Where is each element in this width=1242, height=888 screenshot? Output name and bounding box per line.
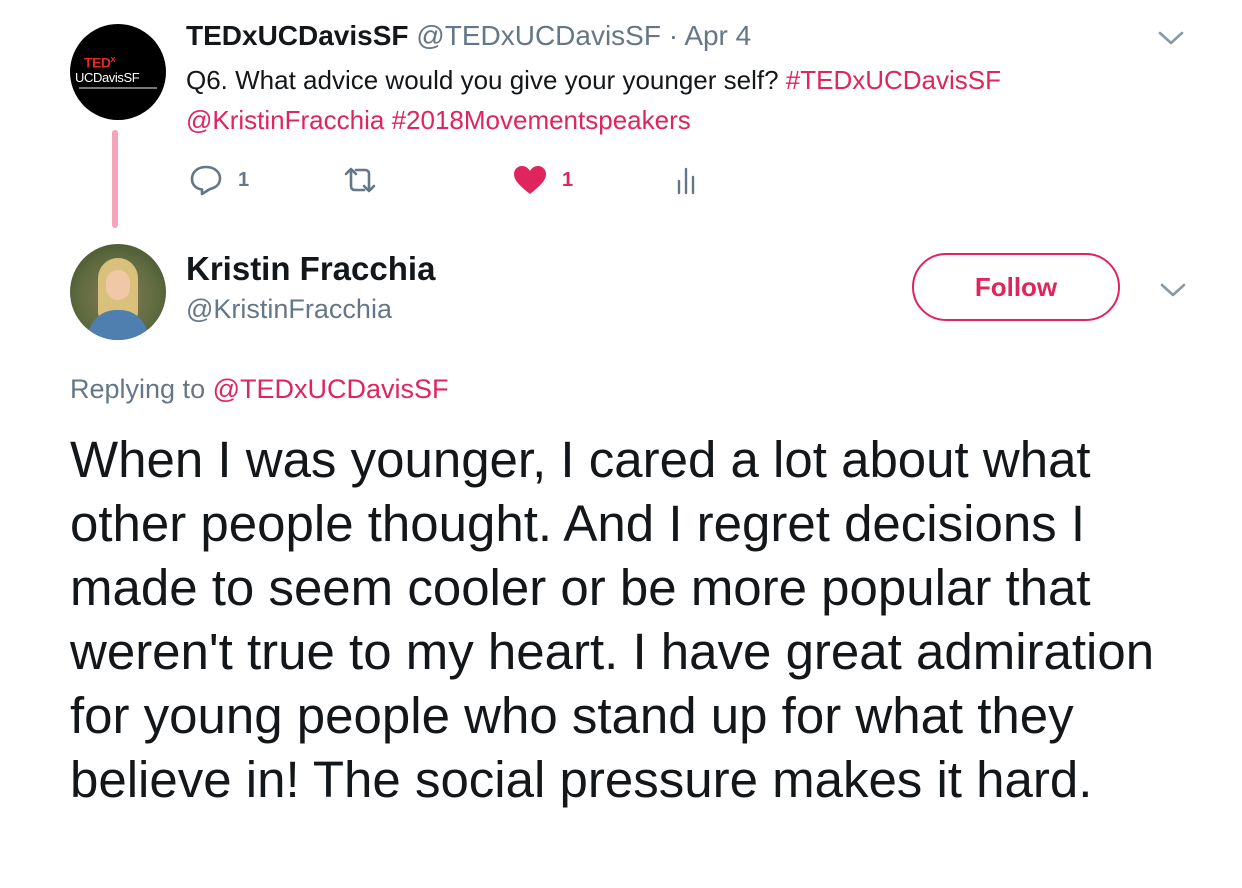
avatar-shirt: [88, 310, 148, 340]
reply-tweet-body: When I was younger, I cared a lot about …: [70, 431, 1155, 808]
header-separator: ·: [660, 20, 685, 51]
avatar-face: [106, 270, 130, 300]
hashtag-link[interactable]: #2018Movementspeakers: [392, 105, 691, 135]
parent-tweet-text: Q6. What advice would you give your youn…: [186, 60, 1186, 140]
thread-connector-line: [112, 130, 118, 228]
reply-author-avatar[interactable]: [70, 244, 166, 340]
like-count: 1: [562, 168, 574, 191]
reply-author-name[interactable]: Kristin Fracchia: [186, 250, 435, 288]
like-button[interactable]: 1: [512, 160, 573, 200]
replying-to-prefix: Replying to: [70, 374, 213, 404]
tedx-logo: TEDx: [84, 54, 116, 71]
reply-button[interactable]: 1: [188, 160, 249, 200]
hashtag-link[interactable]: #TEDxUCDavisSF: [786, 65, 1001, 95]
parent-author-handle[interactable]: @TEDxUCDavisSF: [416, 20, 661, 51]
tweet-actions: 1 1: [188, 160, 748, 200]
parent-author-avatar[interactable]: TEDx UCDavisSF: [70, 24, 166, 120]
parent-tweet-body: Q6. What advice would you give your youn…: [186, 65, 786, 95]
replying-to-line: Replying to @TEDxUCDavisSF: [70, 374, 449, 405]
analytics-button[interactable]: [676, 160, 700, 200]
parent-tweet-header: TEDxUCDavisSF @TEDxUCDavisSF · Apr 4: [186, 20, 751, 52]
chevron-down-icon[interactable]: [1156, 26, 1186, 50]
parent-tweet-date[interactable]: Apr 4: [684, 20, 751, 51]
reply-icon: [190, 165, 222, 196]
follow-button[interactable]: Follow: [912, 253, 1120, 321]
retweet-icon: [344, 167, 376, 193]
chevron-down-icon[interactable]: [1158, 278, 1188, 302]
avatar-label: UCDavisSF: [75, 70, 140, 85]
reply-count: 1: [238, 168, 250, 191]
mention-link[interactable]: @KristinFracchia: [186, 105, 384, 135]
analytics-icon: [677, 167, 695, 195]
heart-icon: [514, 166, 546, 194]
retweet-button[interactable]: [340, 160, 380, 200]
replying-to-handle[interactable]: @TEDxUCDavisSF: [213, 374, 449, 404]
reply-author-handle[interactable]: @KristinFracchia: [186, 294, 392, 325]
parent-author-name[interactable]: TEDxUCDavisSF: [186, 20, 409, 51]
avatar-tagline-bar: [79, 87, 157, 89]
